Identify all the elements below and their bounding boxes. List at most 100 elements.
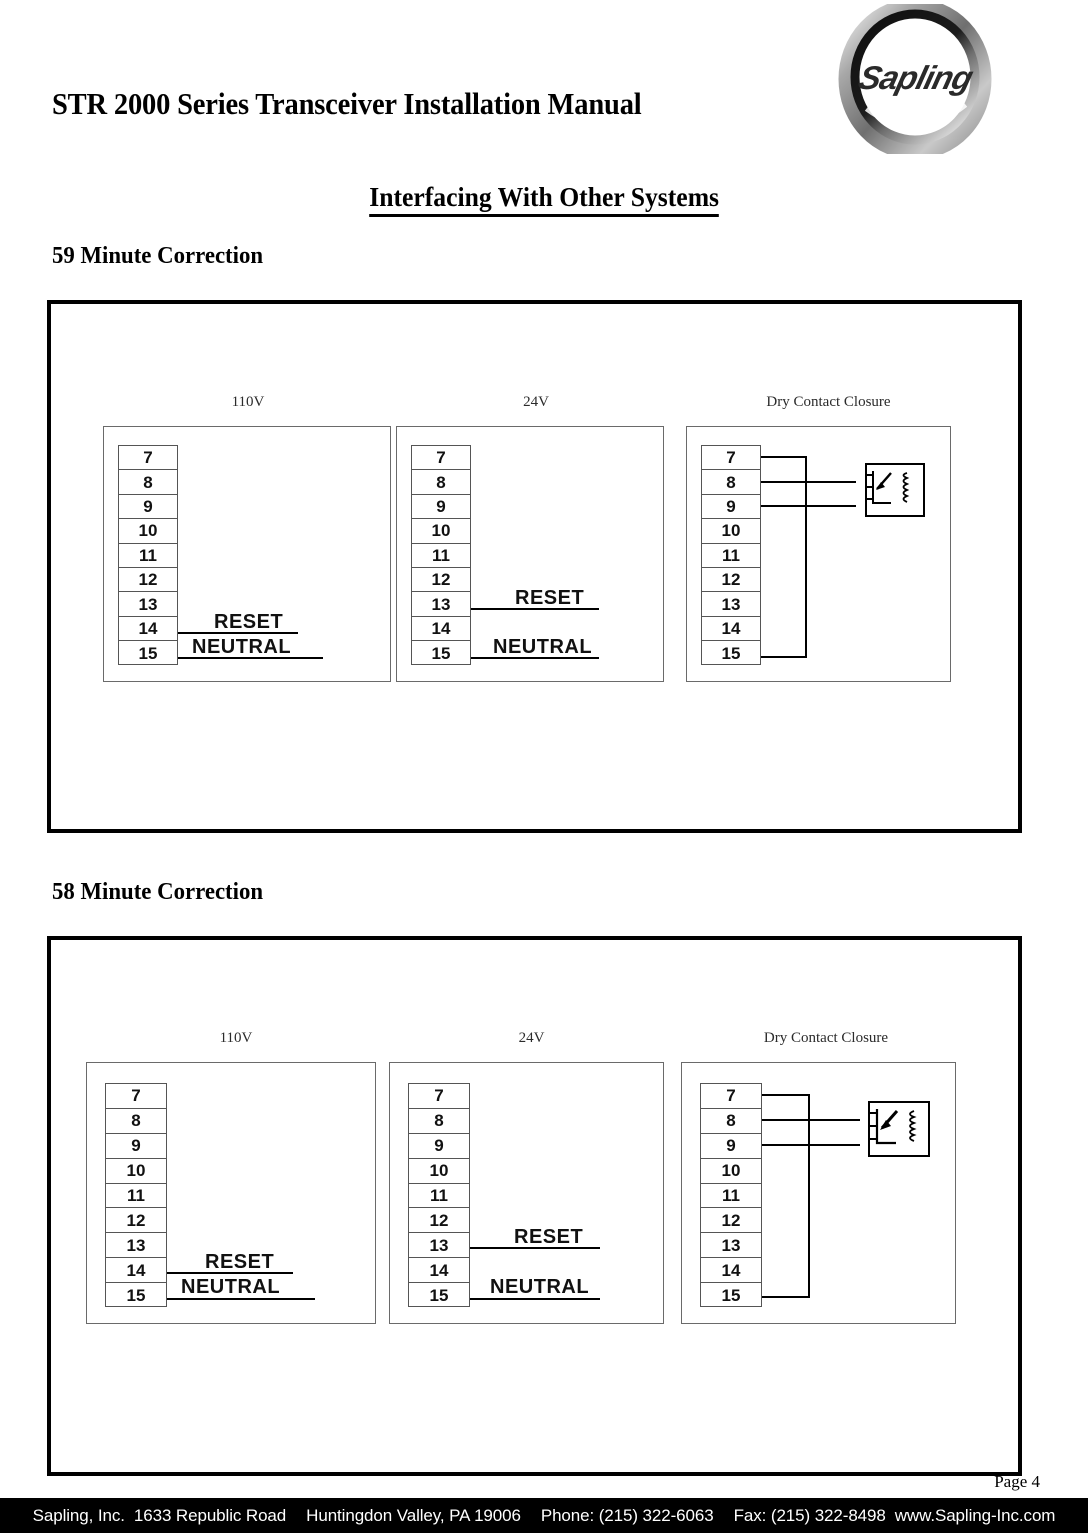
terminal-8: 8 <box>409 1109 469 1134</box>
terminal-9: 9 <box>702 495 760 520</box>
figure-58-minute-correction: 110V 7 8 9 10 11 12 13 14 15 RESET NEUTR… <box>47 936 1022 1476</box>
page-number: Page 4 <box>994 1472 1040 1491</box>
terminal-7: 7 <box>702 446 760 471</box>
terminal-10: 10 <box>119 519 177 544</box>
terminal-13: 13 <box>412 592 470 617</box>
panel-label-24v: 24V <box>518 1030 545 1046</box>
terminal-strip-110v-58: 7 8 9 10 11 12 13 14 15 <box>105 1083 167 1307</box>
panel-110v-59: 110V 7 8 9 10 11 12 13 14 15 RESET NEUTR… <box>103 394 393 694</box>
terminal-10: 10 <box>702 519 760 544</box>
terminal-8: 8 <box>106 1109 166 1134</box>
wire-terminal-15-59 <box>761 656 807 658</box>
panel-label-110v: 110V <box>231 394 265 410</box>
footer-website: www.Sapling-Inc.com <box>894 1505 1056 1525</box>
terminal-11: 11 <box>702 544 760 568</box>
panel-label-dry-contact-closure: Dry Contact Closure <box>766 394 891 410</box>
terminal-14: 14 <box>702 617 760 642</box>
footer-company: Sapling, Inc. <box>32 1505 125 1525</box>
terminal-13: 13 <box>106 1233 166 1259</box>
wire-label-reset-24v-58: RESET <box>514 1226 584 1248</box>
terminal-9: 9 <box>106 1134 166 1159</box>
wire-terminal-7-59 <box>761 456 807 458</box>
wire-label-neutral-24v-58: NEUTRAL <box>490 1276 590 1298</box>
terminal-15: 15 <box>126 1286 146 1306</box>
terminal-10: 10 <box>412 519 470 544</box>
wire-loop-vertical-59 <box>805 456 807 658</box>
terminal-15: 15 <box>138 643 158 663</box>
terminal-11: 11 <box>701 1184 761 1209</box>
wire-terminal-9-59 <box>761 505 856 507</box>
wire-terminal-7-58 <box>762 1094 810 1096</box>
terminal-10: 10 <box>106 1159 166 1184</box>
footer-phone: Phone: (215) 322-6063 <box>540 1505 714 1525</box>
terminal-8: 8 <box>702 470 760 495</box>
panel-dry-contact-closure-58: Dry Contact Closure 7 8 9 10 11 12 13 14… <box>681 1030 971 1340</box>
terminal-11: 11 <box>119 544 177 568</box>
terminal-8: 8 <box>701 1109 761 1134</box>
terminal-7: 7 <box>119 446 177 471</box>
footer-city-state-zip: Huntingdon Valley, PA 19006 <box>306 1505 521 1525</box>
terminal-11: 11 <box>409 1184 469 1209</box>
sapling-logo: Sapling <box>815 0 1015 160</box>
figure-59-minute-correction: 110V 7 8 9 10 11 12 13 14 15 RESET NEUTR… <box>47 300 1022 833</box>
terminal-9: 9 <box>409 1134 469 1159</box>
terminal-14: 14 <box>119 617 177 642</box>
terminal-9: 9 <box>119 495 177 520</box>
wire-label-reset-24v-59: RESET <box>515 587 585 609</box>
terminal-8: 8 <box>412 470 470 495</box>
terminal-12: 12 <box>701 1208 761 1234</box>
terminal-12: 12 <box>409 1208 469 1234</box>
terminal-12: 12 <box>119 568 177 593</box>
wire-terminal-15-58 <box>762 1296 810 1298</box>
terminal-15: 15 <box>429 1286 449 1306</box>
panel-label-dry-contact-closure: Dry Contact Closure <box>763 1030 889 1046</box>
terminal-strip-24v-59: 7 8 9 10 11 12 13 14 15 <box>411 445 471 665</box>
panel-24v-59: 24V 7 8 9 10 11 12 13 14 15 RESET NEUTRA… <box>396 394 676 694</box>
panel-dry-contact-closure-59: Dry Contact Closure 7 8 9 10 11 12 13 14… <box>686 394 971 694</box>
wire-terminal-9-58 <box>762 1144 860 1146</box>
terminal-10: 10 <box>701 1159 761 1184</box>
terminal-11: 11 <box>412 544 470 568</box>
wire-label-reset-110v-59: RESET <box>214 611 284 633</box>
panel-label-24v: 24V <box>523 394 549 410</box>
relay-symbol-59 <box>855 463 925 517</box>
terminal-12: 12 <box>106 1208 166 1234</box>
terminal-8: 8 <box>119 470 177 495</box>
wire-terminal-8-58 <box>762 1119 860 1121</box>
terminal-13: 13 <box>702 592 760 617</box>
terminal-15: 15 <box>721 643 741 663</box>
terminal-strip-dry-contact-58: 7 8 9 10 11 12 13 14 15 <box>700 1083 762 1307</box>
terminal-7: 7 <box>409 1084 469 1109</box>
wire-label-neutral-24v-59: NEUTRAL <box>493 636 593 658</box>
wire-terminal-8-59 <box>761 481 856 483</box>
heading-59-minute-correction: 59 Minute Correction <box>52 243 264 269</box>
terminal-strip-dry-contact-59: 7 8 9 10 11 12 13 14 15 <box>701 445 761 665</box>
terminal-13: 13 <box>119 592 177 617</box>
wire-loop-vertical-58 <box>808 1094 810 1298</box>
terminal-7: 7 <box>106 1084 166 1109</box>
footer-fax: Fax: (215) 322-8498 <box>733 1505 886 1525</box>
terminal-14: 14 <box>701 1258 761 1284</box>
relay-symbol-58 <box>858 1101 930 1157</box>
terminal-10: 10 <box>409 1159 469 1184</box>
terminal-14: 14 <box>409 1258 469 1284</box>
wire-label-neutral-110v-59: NEUTRAL <box>192 636 292 658</box>
panel-label-110v: 110V <box>219 1030 253 1046</box>
terminal-12: 12 <box>412 568 470 593</box>
terminal-11: 11 <box>106 1184 166 1209</box>
panel-24v-58: 24V 7 8 9 10 11 12 13 14 15 RESET NEUTRA… <box>389 1030 674 1340</box>
terminal-13: 13 <box>409 1233 469 1259</box>
terminal-9: 9 <box>701 1134 761 1159</box>
wire-label-reset-110v-58: RESET <box>205 1251 275 1273</box>
terminal-9: 9 <box>412 495 470 520</box>
panel-110v-58: 110V 7 8 9 10 11 12 13 14 15 RESET NEUTR… <box>86 1030 386 1340</box>
terminal-14: 14 <box>412 617 470 642</box>
terminal-7: 7 <box>412 446 470 471</box>
svg-text:Sapling: Sapling <box>855 60 977 96</box>
section-title: Interfacing With Other Systems <box>0 182 1088 217</box>
terminal-7: 7 <box>701 1084 761 1109</box>
footer-street: 1633 Republic Road <box>133 1505 287 1525</box>
page-title: STR 2000 Series Transceiver Installation… <box>52 86 642 121</box>
terminal-14: 14 <box>106 1258 166 1284</box>
terminal-15: 15 <box>431 643 451 663</box>
